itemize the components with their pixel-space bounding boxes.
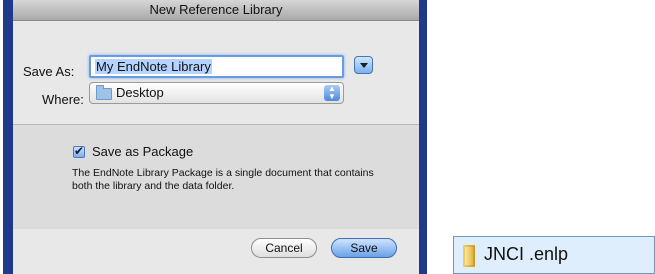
dialog-title: New Reference Library	[13, 0, 419, 21]
chevron-down-icon	[360, 63, 368, 68]
where-label: Where:	[42, 92, 84, 107]
package-description: The EndNote Library Package is a single …	[72, 167, 374, 192]
save-as-value: My EndNote Library	[95, 59, 212, 74]
package-folder-icon	[463, 245, 475, 267]
save-button[interactable]: Save	[331, 238, 397, 258]
cancel-button[interactable]: Cancel	[251, 238, 317, 258]
file-name: JNCI .enlp	[484, 244, 569, 264]
where-value: Desktop	[116, 85, 164, 100]
dialog-body: New Reference Library Save As: My EndNot…	[13, 0, 419, 274]
where-popup[interactable]: Desktop ▲ ▼	[89, 82, 344, 104]
new-reference-library-dialog: New Reference Library Save As: My EndNot…	[3, 0, 427, 274]
expand-dialog-button[interactable]	[354, 56, 373, 74]
save-as-label: Save As:	[23, 64, 75, 79]
library-package-file[interactable]: JNCI .enlp	[453, 236, 655, 274]
folder-icon	[96, 85, 112, 100]
save-as-field[interactable]: My EndNote Library	[89, 55, 344, 78]
popup-arrows-icon: ▲ ▼	[324, 85, 340, 101]
save-as-package-label[interactable]: Save as Package	[92, 144, 193, 159]
save-as-package-checkbox[interactable]	[73, 144, 85, 158]
